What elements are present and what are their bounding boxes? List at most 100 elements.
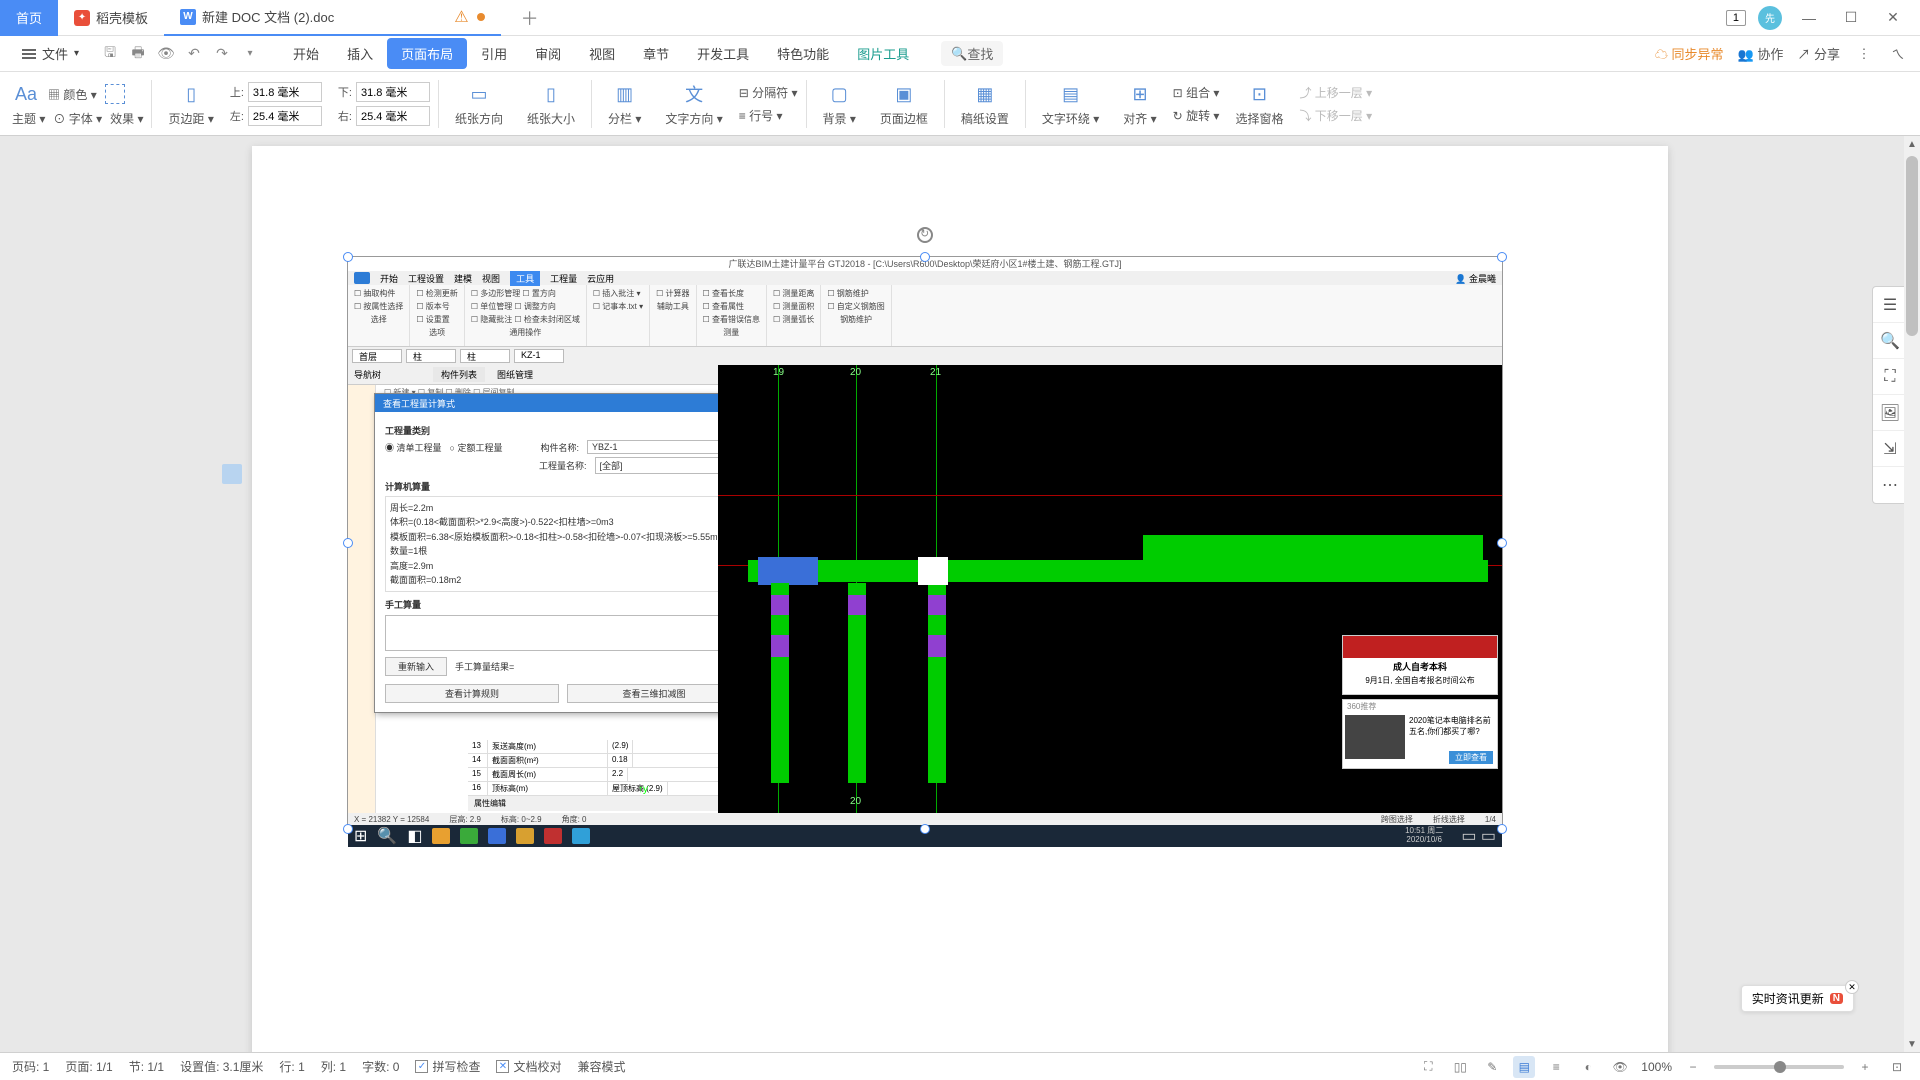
color-dropdown[interactable]: ▦ 颜色 ▾ (48, 86, 97, 103)
margin-bottom-input[interactable] (356, 82, 430, 102)
tab-docer[interactable]: ✦稻壳模板 (58, 0, 164, 36)
document-canvas[interactable]: 广联达BIM土建计量平台 GTJ2018 - [C:\Users\R600\De… (0, 136, 1920, 1052)
rotate-handle[interactable] (917, 227, 933, 243)
text-direction-icon[interactable]: 文 (680, 80, 708, 108)
line-number-dropdown[interactable]: ≡ 行号 ▾ (739, 107, 798, 124)
export-icon[interactable]: ⇲ (1873, 431, 1907, 467)
print-icon[interactable]: 🖶 (129, 45, 147, 63)
tab-home[interactable]: 首页 (0, 0, 58, 36)
zoom-level[interactable]: 100% (1641, 1060, 1672, 1074)
background-label[interactable]: 背景 ▾ (823, 110, 856, 127)
resize-handle-n[interactable] (920, 252, 930, 262)
fit-page-icon[interactable]: ⊡ (1886, 1056, 1908, 1078)
layout-options-icon[interactable]: ☰ (1873, 287, 1907, 323)
margin-right-input[interactable] (356, 106, 430, 126)
share-button[interactable]: ↗ 分享 (1797, 44, 1840, 63)
scroll-thumb[interactable] (1906, 156, 1918, 336)
zoom-in-icon[interactable]: + (1854, 1056, 1876, 1078)
margin-left-input[interactable] (248, 106, 322, 126)
proofread-toggle[interactable]: ✕文档校对 (496, 1058, 561, 1075)
selection-pane-label[interactable]: 选择窗格 (1235, 110, 1283, 127)
search-box[interactable]: 🔍查找 (941, 41, 1003, 66)
read-view-icon[interactable]: ▯▯ (1449, 1056, 1471, 1078)
page-view-icon[interactable]: ▤ (1513, 1056, 1535, 1078)
scroll-up-icon[interactable]: ▲ (1904, 136, 1920, 152)
tab-page-layout[interactable]: 页面布局 (387, 38, 467, 69)
page-margin-label[interactable]: 页边距 ▾ (168, 110, 213, 127)
minimize-button[interactable]: — (1794, 3, 1824, 33)
theme-label[interactable]: 主题 ▾ (12, 110, 45, 127)
resize-handle-e[interactable] (1497, 538, 1507, 548)
page-border-label[interactable]: 页面边框 (880, 110, 928, 127)
redo-icon[interactable]: ↷ (213, 45, 231, 63)
vertical-scrollbar[interactable]: ▲ ▼ (1904, 136, 1920, 1052)
tab-start[interactable]: 开始 (279, 38, 333, 69)
effect-dropdown[interactable]: 效果 ▾ (110, 110, 143, 127)
margin-top-input[interactable] (248, 82, 322, 102)
align-label[interactable]: 对齐 ▾ (1123, 110, 1156, 127)
outline-view-icon[interactable]: ✎ (1481, 1056, 1503, 1078)
web-view-icon[interactable]: ≡ (1545, 1056, 1567, 1078)
status-chars[interactable]: 字数: 0 (362, 1058, 399, 1075)
text-wrap-label[interactable]: 文字环绕 ▾ (1042, 110, 1099, 127)
resize-handle-s[interactable] (920, 824, 930, 834)
news-notification[interactable]: 实时资讯更新 N ✕ (1741, 985, 1854, 1012)
close-button[interactable]: ✕ (1878, 3, 1908, 33)
tab-references[interactable]: 引用 (467, 38, 521, 69)
tab-sections[interactable]: 章节 (629, 38, 683, 69)
status-page-no[interactable]: 页码: 1 (12, 1058, 49, 1075)
scroll-down-icon[interactable]: ▼ (1904, 1036, 1920, 1052)
resize-handle-ne[interactable] (1497, 252, 1507, 262)
paper-size-label[interactable]: 纸张大小 (527, 110, 575, 127)
selection-pane-icon[interactable]: ⊡ (1245, 80, 1273, 108)
eye-protect-icon[interactable]: 👁 (1609, 1056, 1631, 1078)
resize-handle-se[interactable] (1497, 824, 1507, 834)
tab-picture-tools[interactable]: 图片工具 (843, 38, 923, 69)
theme-icon[interactable]: Aa (12, 80, 40, 108)
tab-developer[interactable]: 开发工具 (683, 38, 763, 69)
more-tools-icon[interactable]: ⋯ (1873, 467, 1907, 503)
zoom-thumb[interactable] (1774, 1061, 1786, 1073)
resize-handle-nw[interactable] (343, 252, 353, 262)
replace-icon[interactable]: 🖼 (1873, 395, 1907, 431)
resize-handle-w[interactable] (343, 538, 353, 548)
save-icon[interactable]: 🖫 (101, 45, 119, 63)
grid-paper-icon[interactable]: ▦ (971, 80, 999, 108)
page-margin-icon[interactable]: ▯ (177, 80, 205, 108)
page-border-icon[interactable]: ▣ (890, 80, 918, 108)
paste-options-icon[interactable] (222, 464, 242, 484)
window-count[interactable]: 1 (1726, 10, 1746, 26)
tab-features[interactable]: 特色功能 (763, 38, 843, 69)
text-direction-label[interactable]: 文字方向 ▾ (665, 110, 722, 127)
font-dropdown[interactable]: ⊙ 字体 ▾ (53, 110, 102, 127)
news-close-icon[interactable]: ✕ (1845, 980, 1859, 994)
columns-label[interactable]: 分栏 ▾ (608, 110, 641, 127)
file-menu[interactable]: 文件▾ (12, 40, 89, 67)
collapse-ribbon-icon[interactable]: ㄟ (1888, 44, 1908, 64)
group-dropdown[interactable]: ⊡ 组合 ▾ (1173, 84, 1220, 101)
embedded-screenshot[interactable]: 广联达BIM土建计量平台 GTJ2018 - [C:\Users\R600\De… (347, 256, 1503, 830)
undo-icon[interactable]: ↶ (185, 45, 203, 63)
tab-review[interactable]: 审阅 (521, 38, 575, 69)
maximize-button[interactable]: ☐ (1836, 3, 1866, 33)
orientation-label[interactable]: 纸张方向 (455, 110, 503, 127)
spell-check-toggle[interactable]: ✓拼写检查 (415, 1058, 480, 1075)
fullscreen-icon[interactable]: ⛶ (1417, 1056, 1439, 1078)
new-tab-button[interactable]: ＋ (521, 5, 539, 31)
print-preview-icon[interactable]: 👁 (157, 45, 175, 63)
status-page[interactable]: 页面: 1/1 (65, 1058, 112, 1075)
qat-dropdown-icon[interactable]: ▾ (241, 45, 259, 63)
breaks-dropdown[interactable]: ⊟ 分隔符 ▾ (739, 84, 798, 101)
align-icon[interactable]: ⊞ (1126, 80, 1154, 108)
more-menu-icon[interactable]: ⋮ (1854, 44, 1874, 64)
text-wrap-icon[interactable]: ▤ (1057, 80, 1085, 108)
sync-status[interactable]: ☁ 同步异常 (1655, 44, 1724, 63)
zoom-slider[interactable] (1714, 1065, 1844, 1069)
tab-view[interactable]: 视图 (575, 38, 629, 69)
grid-paper-label[interactable]: 稿纸设置 (961, 110, 1009, 127)
effects-icon[interactable] (105, 84, 125, 104)
tab-document[interactable]: W 新建 DOC 文档 (2).doc ⚠ (164, 0, 501, 36)
resize-handle-sw[interactable] (343, 824, 353, 834)
zoom-icon[interactable]: 🔍 (1873, 323, 1907, 359)
crop-icon[interactable]: ⛶ (1873, 359, 1907, 395)
